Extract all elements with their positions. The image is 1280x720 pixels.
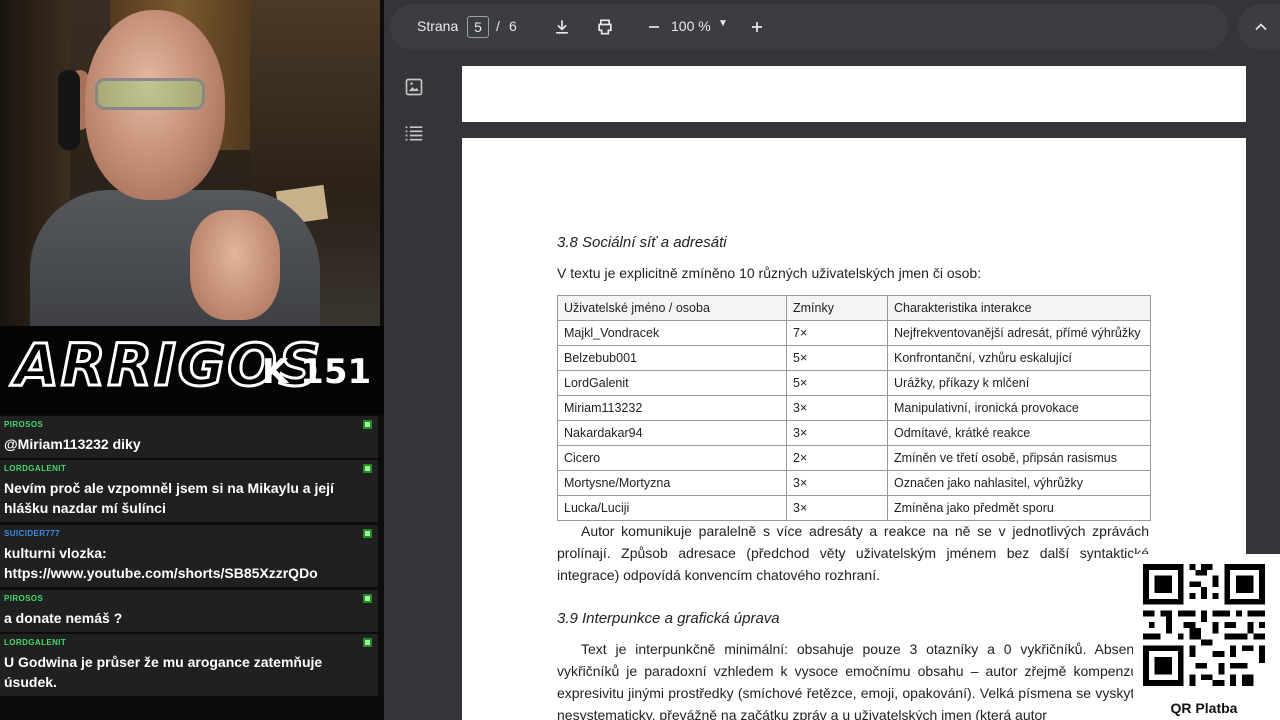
zoom-dropdown-icon[interactable]: ▼ — [718, 18, 728, 29]
table-cell: 5× — [786, 345, 888, 371]
chat-message: LORDGALENIT Nevím proč ale vzpomněl jsem… — [0, 460, 378, 522]
table-header: Uživatelské jméno / osoba — [557, 295, 787, 321]
download-icon[interactable] — [552, 17, 572, 37]
chat-text: U Godwina je průser že mu arogance zatem… — [4, 654, 323, 690]
chat-panel: PIROSOS @Miriam113232 diky LORDGALENIT N… — [0, 414, 380, 720]
chat-text: a donate nemáš ? — [4, 610, 123, 626]
page-separator: / — [496, 18, 500, 34]
thumbnail-icon[interactable] — [404, 77, 424, 97]
chat-text: @Miriam113232 diky — [4, 436, 141, 452]
table-cell: Zmíněna jako předmět sporu — [887, 495, 1151, 521]
table-cell: 3× — [786, 495, 888, 521]
brand-subtitle: K 151 — [262, 352, 372, 392]
table-cell: Manipulativní, ironická provokace — [887, 395, 1151, 421]
table-cell: Belzebub001 — [557, 345, 787, 371]
qr-label: QR Platba — [1170, 700, 1238, 716]
table-cell: Miriam113232 — [557, 395, 787, 421]
qr-payment-overlay: QR Platba — [1133, 554, 1280, 720]
table-row: Miriam113232 3× Manipulativní, ironická … — [557, 395, 1151, 421]
table-row: Nakardakar94 3× Odmítavé, krátké reakce — [557, 420, 1151, 446]
table-cell: Nakardakar94 — [557, 420, 787, 446]
table-cell: LordGalenit — [557, 370, 787, 396]
table-cell: Zmíněn ve třetí osobě, připsán rasismus — [887, 445, 1151, 471]
kick-badge-icon — [363, 638, 372, 647]
table-header: Charakteristika interakce — [887, 295, 1151, 321]
table-cell: Lucka/Luciji — [557, 495, 787, 521]
table-cell: Urážky, příkazy k mlčení — [887, 370, 1151, 396]
page-number-input[interactable]: 5 — [467, 16, 489, 38]
chat-username: SUICIDER777 — [4, 529, 60, 538]
chat-message: PIROSOS a donate nemáš ? — [0, 590, 378, 632]
paragraph: Autor komunikuje paralelně s více adresá… — [557, 523, 1149, 583]
table-cell: 3× — [786, 395, 888, 421]
table-cell: 5× — [786, 370, 888, 396]
table-cell: 3× — [786, 470, 888, 496]
table-cell: Cicero — [557, 445, 787, 471]
paragraph: Text je interpunkčně minimální: obsahuje… — [557, 641, 1149, 720]
chat-text: Nevím proč ale vzpomněl jsem si na Mikay… — [4, 480, 334, 516]
chat-message: SUICIDER777 kulturni vlozka: https://www… — [0, 525, 378, 587]
paragraph: V textu je explicitně zmíněno 10 různých… — [557, 265, 982, 281]
pdf-toolbar: Strana 5 / 6 100 % ▼ — [390, 4, 1228, 50]
zoom-in-icon[interactable] — [747, 17, 767, 37]
zoom-level[interactable]: 100 % — [671, 18, 711, 34]
outline-icon[interactable] — [404, 124, 424, 142]
chevron-up-icon — [1255, 23, 1267, 31]
chat-message: LORDGALENIT U Godwina je průser že mu ar… — [0, 634, 378, 696]
zoom-out-icon[interactable] — [644, 17, 664, 37]
table-cell: 7× — [786, 320, 888, 346]
kick-badge-icon — [363, 594, 372, 603]
users-table: Uživatelské jméno / osoba Zmínky Charakt… — [557, 295, 1151, 521]
table-row: Lucka/Luciji 3× Zmíněna jako předmět spo… — [557, 495, 1151, 521]
table-cell: Mortysne/Mortyzna — [557, 470, 787, 496]
table-row: Belzebub001 5× Konfrontanční, vzhůru esk… — [557, 345, 1151, 371]
chat-text: kulturni vlozka: https://www.youtube.com… — [4, 545, 318, 581]
table-cell: Konfrontanční, vzhůru eskalující — [887, 345, 1151, 371]
kick-badge-icon — [363, 529, 372, 538]
table-cell: Nejfrekventovanější adresát, přímé výhrů… — [887, 320, 1151, 346]
table-cell: 3× — [786, 420, 888, 446]
print-icon[interactable] — [595, 17, 615, 37]
chat-message: PIROSOS @Miriam113232 diky — [0, 416, 378, 458]
glasses — [95, 78, 205, 110]
table-row: Majkl_Vondracek 7× Nejfrekventovanější a… — [557, 320, 1151, 346]
chat-username: PIROSOS — [4, 594, 44, 603]
chat-username: LORDGALENIT — [4, 464, 67, 473]
kick-badge-icon — [363, 420, 372, 429]
table-cell: Označen jako nahlasitel, výhrůžky — [887, 470, 1151, 496]
collapse-button[interactable] — [1238, 4, 1280, 50]
table-row: Cicero 2× Zmíněn ve třetí osobě, připsán… — [557, 445, 1151, 471]
chat-username: PIROSOS — [4, 420, 44, 429]
table-cell: 2× — [786, 445, 888, 471]
table-cell: Odmítavé, krátké reakce — [887, 420, 1151, 446]
total-pages: 6 — [509, 18, 517, 34]
page-label: Strana — [417, 18, 459, 34]
streamer-hand — [190, 210, 280, 320]
webcam-feed — [0, 0, 380, 326]
table-row: LordGalenit 5× Urážky, příkazy k mlčení — [557, 370, 1151, 396]
pdf-page-previous — [462, 66, 1246, 122]
qr-code-icon — [1143, 564, 1265, 686]
section-heading: 3.9 Interpunkce a grafická úprava — [557, 610, 780, 627]
pdf-page: 3.8 Sociální síť a adresáti V textu je e… — [462, 138, 1246, 720]
stream-overlay: ARRIGOS K 151 PIROSOS @Miriam113232 diky… — [0, 0, 384, 720]
table-row: Mortysne/Mortyzna 3× Označen jako nahlas… — [557, 470, 1151, 496]
section-heading: 3.8 Sociální síť a adresáti — [557, 234, 727, 251]
kick-badge-icon — [363, 464, 372, 473]
table-header-row: Uživatelské jméno / osoba Zmínky Charakt… — [557, 295, 1151, 321]
headset — [58, 70, 80, 150]
table-cell: Majkl_Vondracek — [557, 320, 787, 346]
chat-username: LORDGALENIT — [4, 638, 67, 647]
table-header: Zmínky — [786, 295, 888, 321]
